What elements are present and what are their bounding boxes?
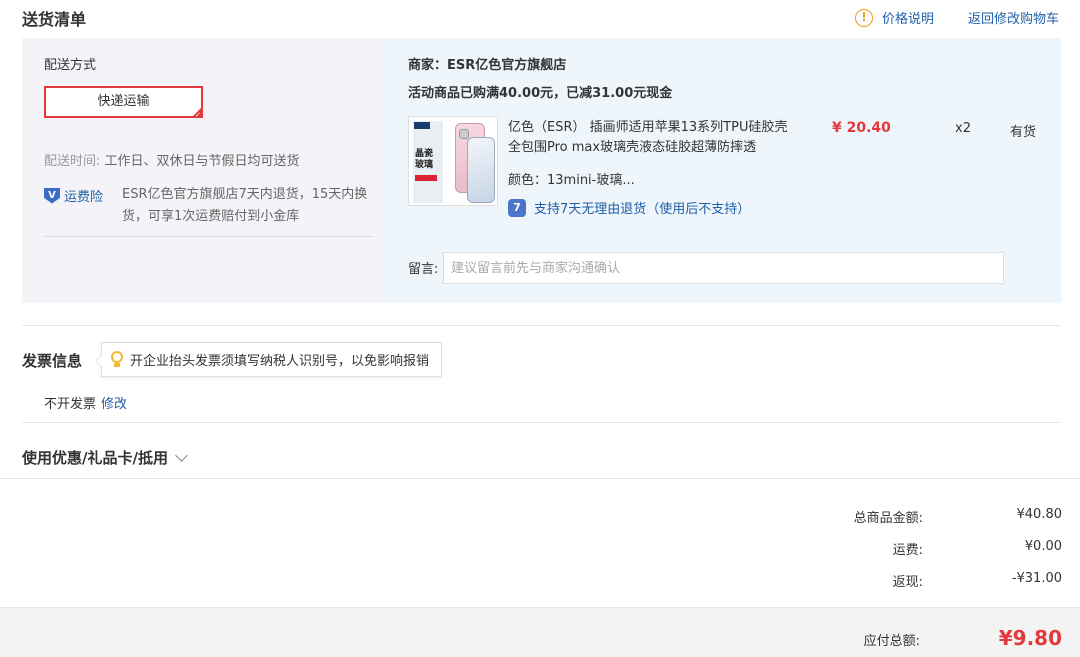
page-title: 送货清单 (22, 10, 87, 29)
return-policy-label: 支持7天无理由退货（使用后不支持） (534, 202, 751, 217)
divider (44, 236, 374, 237)
shipping-fee-value: ¥0.00 (1024, 539, 1062, 554)
product-price: ¥ 20.40 (832, 120, 891, 136)
payable-value: ¥9.80 (998, 626, 1062, 650)
payable-label: 应付总额: (863, 634, 920, 649)
divider (22, 422, 1061, 423)
exclamation-icon: ! (855, 8, 873, 27)
delivery-time: 配送时间: 工作日、双休日与节假日均可送货 (44, 150, 300, 169)
express-shipping-option[interactable]: 快递运输 ✓ (44, 86, 203, 119)
promo-text: 活动商品已购满40.00元，已减31.00元现金 (408, 86, 673, 101)
goods-total-label: 总商品金额: (853, 511, 923, 526)
stock-status: 有货 (1010, 125, 1037, 140)
coupon-toggle[interactable]: 使用优惠/礼品卡/抵用 (22, 447, 188, 468)
back-to-cart-link[interactable]: 返回修改购物车 (968, 8, 1059, 27)
product-image[interactable]: 晶瓷玻璃 (408, 116, 498, 206)
merchant-name: 商家：ESR亿色官方旗舰店 (408, 58, 567, 73)
payable-total-bar: 应付总额: ¥9.80 (0, 607, 1080, 657)
chevron-down-icon (175, 448, 188, 462)
seven-day-return-icon: 7 (508, 198, 526, 217)
cashback-value: -¥31.00 (1011, 571, 1062, 586)
coupon-label: 使用优惠/礼品卡/抵用 (22, 449, 168, 467)
brand-logo (414, 122, 430, 129)
lightbulb-icon (110, 351, 124, 368)
price-note-link[interactable]: ! 价格说明 (855, 8, 934, 27)
shipping-panel: 配送方式 快递运输 ✓ 配送时间: 工作日、双休日与节假日均可送货 V 运费险 … (22, 38, 384, 303)
return-policy-link[interactable]: 7 支持7天无理由退货（使用后不支持） (508, 198, 750, 217)
product-image-text: 晶瓷玻璃 (415, 149, 434, 170)
delivery-time-value: 工作日、双休日与节假日均可送货 (104, 154, 300, 169)
invoice-tip-text: 开企业抬头发票须填写纳税人识别号，以免影响报销 (130, 354, 430, 369)
delivery-time-label: 配送时间: (44, 154, 101, 169)
message-label: 留言: (408, 262, 439, 277)
invoice-title: 发票信息 (22, 352, 83, 370)
delivery-list-header: 送货清单 ! 价格说明 返回修改购物车 (0, 0, 1080, 36)
goods-total-value: ¥40.80 (1016, 507, 1063, 522)
cashback-label: 返现: (892, 575, 923, 590)
product-color: 颜色：13mini-玻璃... (508, 173, 635, 188)
invoice-tip: 开企业抬头发票须填写纳税人识别号，以免影响报销 (94, 342, 443, 377)
message-input[interactable] (443, 252, 1004, 284)
shipping-insurance-badge[interactable]: V 运费险 (44, 186, 103, 205)
divider (22, 325, 1061, 326)
invoice-status: 不开发票 (44, 397, 97, 412)
phone-case-clear (467, 137, 495, 203)
shipping-insurance-desc: ESR亿色官方旗舰店7天内退货，15天内换货，可享1次运费赔付到小金库 (122, 187, 368, 224)
shipping-insurance-label: 运费险 (64, 190, 104, 205)
camera-module (459, 129, 469, 139)
shield-icon: V (44, 187, 60, 204)
shipping-fee-label: 运费: (892, 543, 923, 558)
shipping-method-label: 配送方式 (44, 58, 97, 73)
express-shipping-label: 快递运输 (97, 94, 150, 109)
divider (0, 478, 1080, 479)
price-note-label: 价格说明 (882, 12, 935, 27)
product-quantity: x2 (955, 121, 971, 136)
order-panel: 商家：ESR亿色官方旗舰店 活动商品已购满40.00元，已减31.00元现金 晶… (384, 38, 1061, 303)
product-name-link[interactable]: 亿色（ESR） 插画师适用苹果13系列TPU硅胶壳全包围Pro max玻璃壳液态… (508, 118, 788, 158)
modify-invoice-link[interactable]: 修改 (101, 393, 127, 412)
shipping-order-panel: 配送方式 快递运输 ✓ 配送时间: 工作日、双休日与节假日均可送货 V 运费险 … (22, 38, 1061, 303)
check-icon: ✓ (195, 111, 201, 119)
